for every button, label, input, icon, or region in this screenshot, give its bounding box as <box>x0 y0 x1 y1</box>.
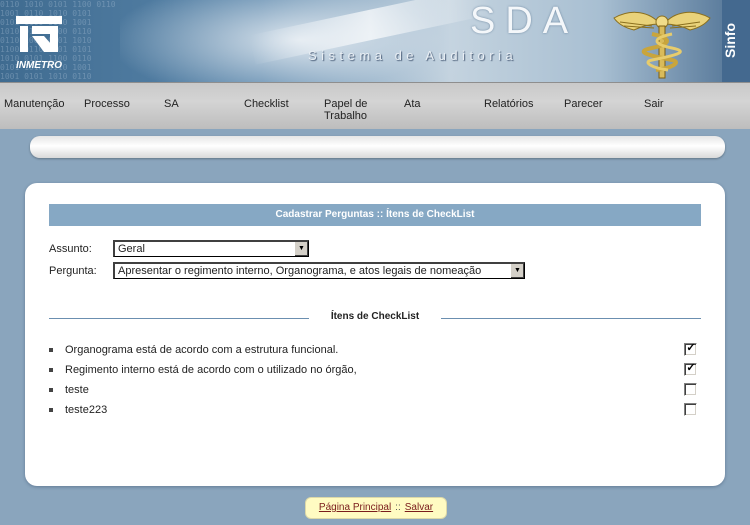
checkmark-icon: ✓ <box>686 362 696 374</box>
checklist-item: teste223 <box>49 403 701 419</box>
checklist-item-label: Regimento interno está de acordo com o u… <box>65 364 357 376</box>
checklist-section-header: Ítens de CheckList <box>49 310 701 324</box>
menu-relatorios[interactable]: Relatórios <box>484 98 534 110</box>
menu-sa[interactable]: SA <box>164 98 179 110</box>
assunto-label: Assunto: <box>49 243 92 255</box>
pergunta-select[interactable]: Apresentar o regimento interno, Organogr… <box>113 262 525 279</box>
form-title: Cadastrar Perguntas :: Ítens de CheckLis… <box>49 204 701 226</box>
home-link[interactable]: Página Principal <box>319 502 391 513</box>
checklist-item: teste <box>49 383 701 399</box>
bullet-icon <box>49 348 53 352</box>
inmetro-logo: INMETRO <box>10 10 68 74</box>
bullet-icon <box>49 408 53 412</box>
checklist-item-label: teste223 <box>65 404 108 416</box>
menu-papel-de-trabalho[interactable]: Papel de Trabalho <box>324 98 386 122</box>
checklist-item-label: Organograma está de acordo com a estrutu… <box>65 344 339 356</box>
checklist-item-checkbox[interactable]: ✓ <box>684 362 697 376</box>
assunto-select[interactable]: Geral ▼ <box>113 240 309 257</box>
checklist-item-checkbox[interactable] <box>684 383 697 396</box>
app-title: SDA <box>470 0 579 42</box>
checklist-item-checkbox[interactable]: ✓ <box>684 342 697 356</box>
footer-separator: :: <box>395 502 401 513</box>
pergunta-label: Pergunta: <box>49 265 97 277</box>
inmetro-logo-text: INMETRO <box>15 60 63 71</box>
chevron-down-icon[interactable]: ▼ <box>510 264 524 278</box>
checklist-item: Regimento interno está de acordo com o u… <box>49 362 701 379</box>
inmetro-logo-icon <box>16 16 62 52</box>
submenu-strip <box>30 136 725 158</box>
checklist-item-checkbox[interactable] <box>684 403 697 416</box>
bullet-icon <box>49 388 53 392</box>
chevron-down-icon[interactable]: ▼ <box>294 242 308 256</box>
bullet-icon <box>49 368 53 372</box>
checklist-item: Organograma está de acordo com a estrutu… <box>49 342 701 359</box>
menu-processo[interactable]: Processo <box>84 98 130 110</box>
checkmark-icon: ✓ <box>686 342 696 354</box>
save-link[interactable]: Salvar <box>405 502 433 513</box>
main-menu: Manutenção Processo SA Checklist Papel d… <box>0 82 750 129</box>
menu-checklist[interactable]: Checklist <box>244 98 289 110</box>
app-subtitle: Sistema de Auditoria <box>308 48 518 63</box>
section-title: Ítens de CheckList <box>330 311 420 322</box>
brand-label: Sinfo <box>722 23 738 59</box>
menu-parecer[interactable]: Parecer <box>564 98 603 110</box>
header-banner: 0110 1010 0101 1100 0110 1001 0110 1010 … <box>0 0 750 82</box>
checklist-item-label: teste <box>65 384 89 396</box>
main-panel: Cadastrar Perguntas :: Ítens de CheckLis… <box>25 183 725 486</box>
assunto-value: Geral <box>118 243 145 255</box>
pergunta-value: Apresentar o regimento interno, Organogr… <box>118 265 482 277</box>
caduceus-emblem-icon <box>613 11 711 79</box>
menu-ata[interactable]: Ata <box>404 98 421 110</box>
footer-links: Página Principal:: Salvar <box>305 497 447 519</box>
menu-manutencao[interactable]: Manutenção <box>4 98 65 110</box>
menu-sair[interactable]: Sair <box>644 98 664 110</box>
